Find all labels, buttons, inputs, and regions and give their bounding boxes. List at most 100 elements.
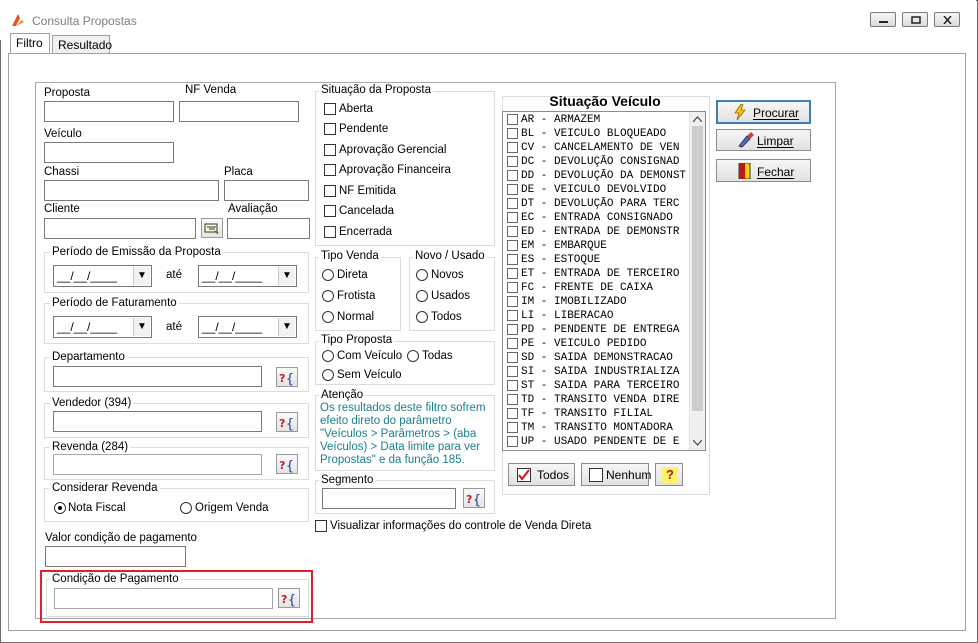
list-item[interactable]: FC - FRENTE DE CAIXA <box>506 281 692 295</box>
list-item[interactable]: PE - VEICULO PEDIDO <box>506 337 692 351</box>
emissao-from-date[interactable]: __/__/____ ▼ <box>53 265 152 287</box>
minimize-button[interactable] <box>870 12 896 27</box>
proposta-input[interactable] <box>44 101 174 122</box>
usados-radio[interactable] <box>416 290 428 302</box>
restore-button[interactable] <box>902 12 928 27</box>
normal-radio[interactable] <box>322 311 334 323</box>
svg-text:{: { <box>286 459 294 473</box>
placa-input[interactable] <box>224 180 309 201</box>
list-item[interactable]: EC - ENTRADA CONSIGNADO <box>506 211 692 225</box>
revenda-input[interactable] <box>53 454 262 475</box>
scroll-thumb[interactable] <box>692 126 703 411</box>
todos-radio[interactable] <box>416 311 428 323</box>
departamento-lookup-button[interactable]: ?{ <box>276 367 298 387</box>
cliente-label: Cliente <box>44 203 80 215</box>
list-item[interactable]: EM - EMBARQUE <box>506 239 692 253</box>
lookup-icon: ?{ <box>279 417 294 431</box>
cliente-search-button[interactable] <box>201 218 223 238</box>
list-item[interactable]: UP - USADO PENDENTE DE E <box>506 435 692 449</box>
list-item[interactable]: CV - CANCELAMENTO DE VEN <box>506 141 692 155</box>
select-none-button[interactable]: Nenhum <box>581 463 651 486</box>
frotista-radio[interactable] <box>322 290 334 302</box>
vendedor-title: Vendedor (394) <box>50 397 134 409</box>
considerar-revenda-title: Considerar Revenda <box>50 482 160 494</box>
scroll-down-icon[interactable] <box>693 440 702 446</box>
nota-fiscal-radio[interactable] <box>54 502 66 514</box>
departamento-input[interactable] <box>53 366 262 387</box>
cliente-input[interactable] <box>44 218 196 239</box>
veiculo-input[interactable] <box>44 142 174 163</box>
emissao-ate-label: até <box>166 269 182 281</box>
list-item[interactable]: DD - DEVOLUÇÃO DA DEMONST <box>506 169 692 183</box>
novos-radio[interactable] <box>416 269 428 281</box>
sem-veiculo-label: Sem Veículo <box>337 369 402 381</box>
procurar-button[interactable]: Procurar <box>716 100 811 124</box>
list-item[interactable]: ES - ESTOQUE <box>506 253 692 267</box>
chevron-down-icon[interactable]: ▼ <box>133 318 150 336</box>
aprovacao-financeira-label: Aprovação Financeira <box>339 164 451 176</box>
help-button[interactable]: ? <box>655 463 683 486</box>
emissao-to-date[interactable]: __/__/____ ▼ <box>198 265 297 287</box>
chevron-down-icon[interactable]: ▼ <box>133 267 150 285</box>
scroll-up-icon[interactable] <box>693 116 702 122</box>
nf-emitida-checkbox[interactable] <box>324 185 336 197</box>
sem-veiculo-radio[interactable] <box>322 369 334 381</box>
list-item[interactable]: ET - ENTRADA DE TERCEIRO <box>506 267 692 281</box>
close-button[interactable] <box>934 12 960 27</box>
revenda-lookup-button[interactable]: ?{ <box>276 454 298 474</box>
limpar-button[interactable]: Limpar <box>716 129 811 151</box>
list-item[interactable]: TM - TRANSITO MONTADORA <box>506 421 692 435</box>
fechar-button[interactable]: Fechar <box>716 159 811 182</box>
list-item[interactable]: DE - VEICULO DEVOLVIDO <box>506 183 692 197</box>
valor-condicao-input[interactable] <box>45 546 186 567</box>
chevron-down-icon[interactable]: ▼ <box>278 267 295 285</box>
list-item[interactable]: TF - TRANSITO FILIAL <box>506 407 692 421</box>
list-item[interactable]: SI - SAIDA INDUSTRIALIZA <box>506 365 692 379</box>
aberta-checkbox[interactable] <box>324 103 336 115</box>
segmento-lookup-button[interactable]: ?{ <box>463 488 485 508</box>
list-item[interactable]: LI - LIBERACAO <box>506 309 692 323</box>
aprovacao-financeira-checkbox[interactable] <box>324 164 336 176</box>
situacao-proposta-title: Situação da Proposta <box>319 84 433 96</box>
minimize-icon <box>879 21 888 23</box>
faturamento-from-date[interactable]: __/__/____ ▼ <box>53 316 152 338</box>
chassi-input[interactable] <box>44 180 219 201</box>
select-all-button[interactable]: Todos <box>508 463 575 486</box>
vendedor-input[interactable] <box>53 411 262 432</box>
svg-text:?: ? <box>279 417 285 430</box>
list-item[interactable]: ST - SAIDA PARA TERCEIRO <box>506 379 692 393</box>
encerrada-checkbox[interactable] <box>324 226 336 238</box>
list-item[interactable]: DT - DEVOLUÇÃO PARA TERC <box>506 197 692 211</box>
faturamento-to-date[interactable]: __/__/____ ▼ <box>198 316 297 338</box>
list-scrollbar[interactable] <box>689 112 705 450</box>
normal-label: Normal <box>337 311 375 323</box>
avaliacao-input[interactable] <box>227 218 310 239</box>
list-item[interactable]: IM - IMOBILIZADO <box>506 295 692 309</box>
segmento-input[interactable] <box>322 488 456 509</box>
cancelada-checkbox[interactable] <box>324 205 336 217</box>
lookup-icon: ?{ <box>466 493 481 507</box>
aprovacao-gerencial-checkbox[interactable] <box>324 144 336 156</box>
list-item[interactable]: DC - DEVOLUÇÃO CONSIGNAD <box>506 155 692 169</box>
list-item[interactable]: AR - ARMAZEM <box>506 113 692 127</box>
svg-text:?: ? <box>279 372 285 385</box>
pendente-checkbox[interactable] <box>324 123 336 135</box>
lookup-icon: ?{ <box>279 459 294 473</box>
nf-venda-input[interactable] <box>179 101 299 122</box>
list-item[interactable]: BL - VEICULO BLOQUEADO <box>506 127 692 141</box>
direta-radio[interactable] <box>322 269 334 281</box>
nf-venda-label: NF Venda <box>185 84 237 96</box>
com-veiculo-radio[interactable] <box>322 350 334 362</box>
chevron-down-icon[interactable]: ▼ <box>278 318 295 336</box>
origem-venda-radio[interactable] <box>180 502 192 514</box>
vendedor-lookup-button[interactable]: ?{ <box>276 412 298 432</box>
list-item[interactable]: SD - SAIDA DEMONSTRACAO <box>506 351 692 365</box>
tab-resultado[interactable]: Resultado <box>52 35 112 53</box>
tab-filtro[interactable]: Filtro <box>10 33 50 53</box>
todas-radio[interactable] <box>407 350 419 362</box>
visualizar-venda-direta-checkbox[interactable] <box>315 520 327 532</box>
list-item[interactable]: TD - TRANSITO VENDA DIRE <box>506 393 692 407</box>
list-item[interactable]: PD - PENDENTE DE ENTREGA <box>506 323 692 337</box>
list-item[interactable]: ED - ENTRADA DE DEMONSTR <box>506 225 692 239</box>
situacao-veiculo-list[interactable]: AR - ARMAZEM BL - VEICULO BLOQUEADO CV -… <box>502 111 706 451</box>
